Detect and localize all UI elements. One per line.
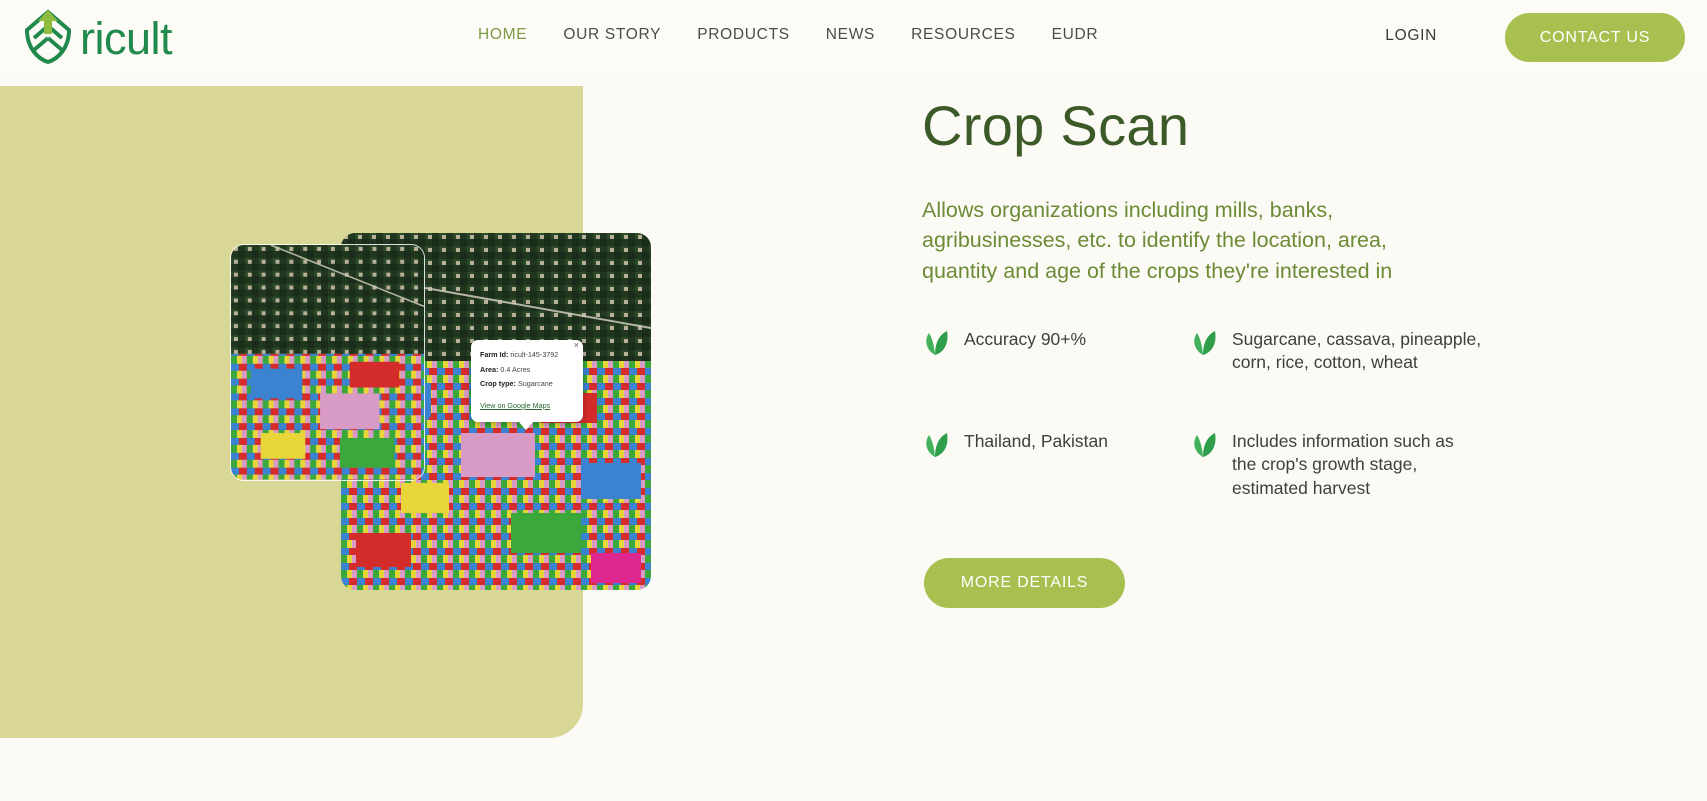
map-image-front: [230, 244, 425, 481]
feature-item-crops: Sugarcane, cassava, pineapple, corn, ric…: [1190, 328, 1522, 374]
leaf-icon: [1194, 331, 1216, 356]
popup-value-farm-id: ricult-145-3792: [510, 350, 559, 359]
feature-label: Sugarcane, cassava, pineapple, corn, ric…: [1232, 329, 1482, 373]
page-root: ricult HOME OUR STORY PRODUCTS NEWS RESO…: [0, 0, 1707, 801]
nav-item-products[interactable]: PRODUCTS: [679, 26, 808, 44]
nav-item-resources[interactable]: RESOURCES: [893, 26, 1033, 44]
farm-info-popup: × Farm Id: ricult-145-3792 Area: 0.4 Acr…: [471, 340, 583, 430]
more-details-button[interactable]: MORE DETAILS: [924, 557, 1125, 608]
nav-item-home[interactable]: HOME: [460, 26, 545, 44]
feature-label: Accuracy 90+%: [964, 329, 1087, 350]
leaf-icon: [926, 331, 948, 356]
leaf-icon: [1194, 433, 1216, 458]
popup-row-crop-type: Crop type: Sugarcane: [480, 379, 573, 389]
popup-row-area: Area: 0.4 Acres: [480, 364, 573, 375]
popup-label-area: Area:: [480, 364, 499, 374]
logo-wordmark: ricult: [80, 12, 173, 64]
popup-close-icon[interactable]: ×: [574, 341, 579, 350]
contact-us-button[interactable]: CONTACT US: [1505, 13, 1685, 62]
popup-label-crop-type: Crop type:: [480, 379, 516, 389]
feature-label: Includes information such as the crop's …: [1232, 431, 1454, 498]
view-on-google-maps-link[interactable]: View on Google Maps: [480, 401, 550, 410]
feature-label: Thailand, Pakistan: [964, 431, 1108, 452]
feature-item-countries: Thailand, Pakistan: [922, 430, 1190, 499]
site-header: ricult HOME OUR STORY PRODUCTS NEWS RESO…: [0, 0, 1707, 75]
feature-item-accuracy: Accuracy 90+%: [922, 328, 1190, 374]
popup-label-farm-id: Farm Id:: [480, 350, 509, 359]
feature-item-information: Includes information such as the crop's …: [1190, 430, 1522, 499]
login-link[interactable]: LOGIN: [1385, 27, 1437, 45]
hero-subtitle: Allows organizations including mills, ba…: [922, 197, 1393, 283]
nav-item-eudr[interactable]: EUDR: [1034, 26, 1117, 44]
nav-item-news[interactable]: NEWS: [808, 26, 893, 44]
nav-item-our-story[interactable]: OUR STORY: [545, 26, 679, 44]
crop-scan-map-visual: × Farm Id: ricult-145-3792 Area: 0.4 Acr…: [230, 233, 680, 603]
leaf-icon: [926, 433, 948, 458]
main-navigation: HOME OUR STORY PRODUCTS NEWS RESOURCES E…: [460, 26, 1116, 44]
ricult-leaf-logo-icon: [24, 9, 72, 64]
page-title: Crop Scan: [922, 94, 1190, 157]
hero-content: Crop Scan Allows organizations including…: [922, 95, 1562, 608]
satellite-inset-map-image: [231, 245, 424, 480]
popup-row-farm-id: Farm Id: ricult-145-3792: [480, 350, 573, 360]
feature-list: Accuracy 90+% Sugarcane, cassava, pineap…: [922, 328, 1522, 499]
popup-value-area: 0.4 Acres: [500, 364, 531, 374]
popup-value-crop-type: Sugarcane: [517, 379, 553, 389]
site-logo[interactable]: ricult: [22, 8, 173, 64]
